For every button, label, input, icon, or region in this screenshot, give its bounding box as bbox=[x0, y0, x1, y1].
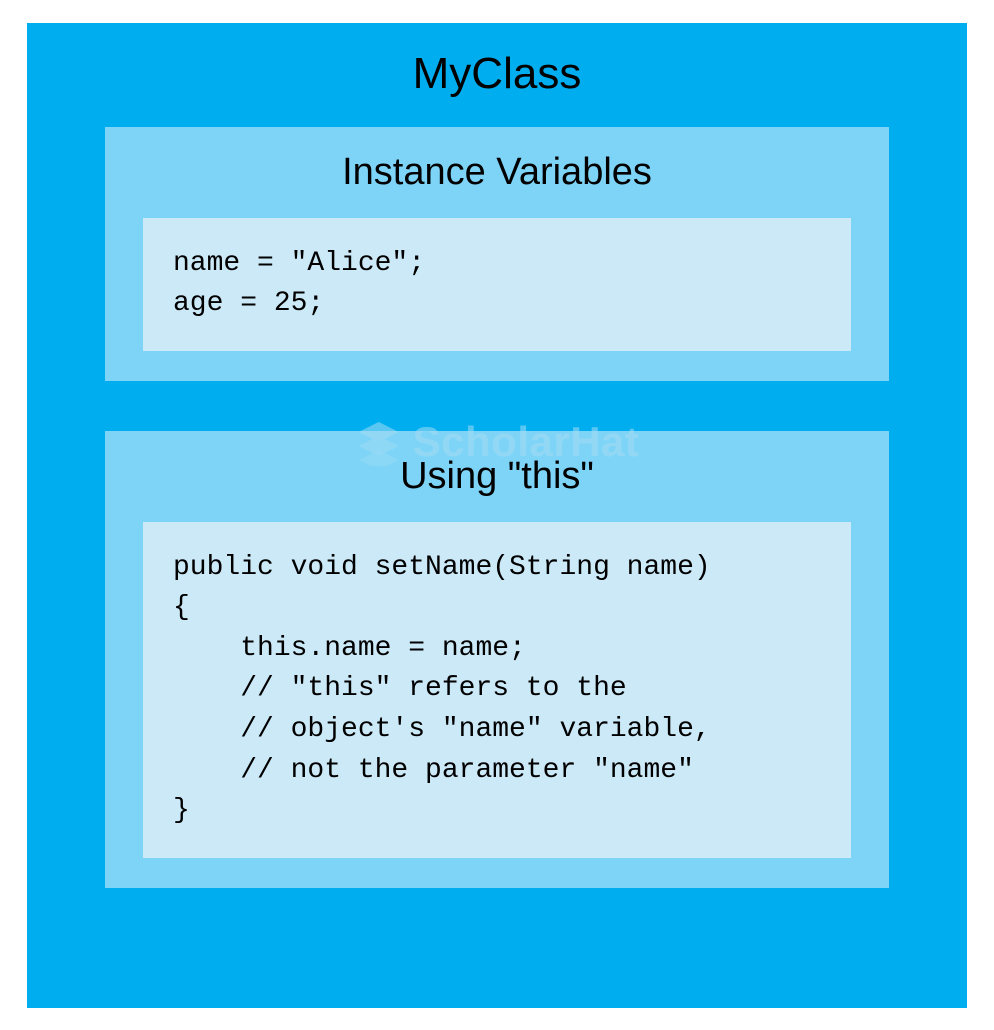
using-this-panel: Using "this" public void setName(String … bbox=[105, 431, 889, 888]
using-this-code: public void setName(String name) { this.… bbox=[143, 522, 851, 858]
instance-variables-code: name = "Alice"; age = 25; bbox=[143, 218, 851, 351]
class-title: MyClass bbox=[413, 49, 582, 99]
using-this-title: Using "this" bbox=[400, 455, 594, 498]
instance-variables-panel: Instance Variables name = "Alice"; age =… bbox=[105, 127, 889, 381]
diagram-container: MyClass Instance Variables name = "Alice… bbox=[27, 23, 967, 1008]
instance-variables-title: Instance Variables bbox=[342, 151, 652, 194]
